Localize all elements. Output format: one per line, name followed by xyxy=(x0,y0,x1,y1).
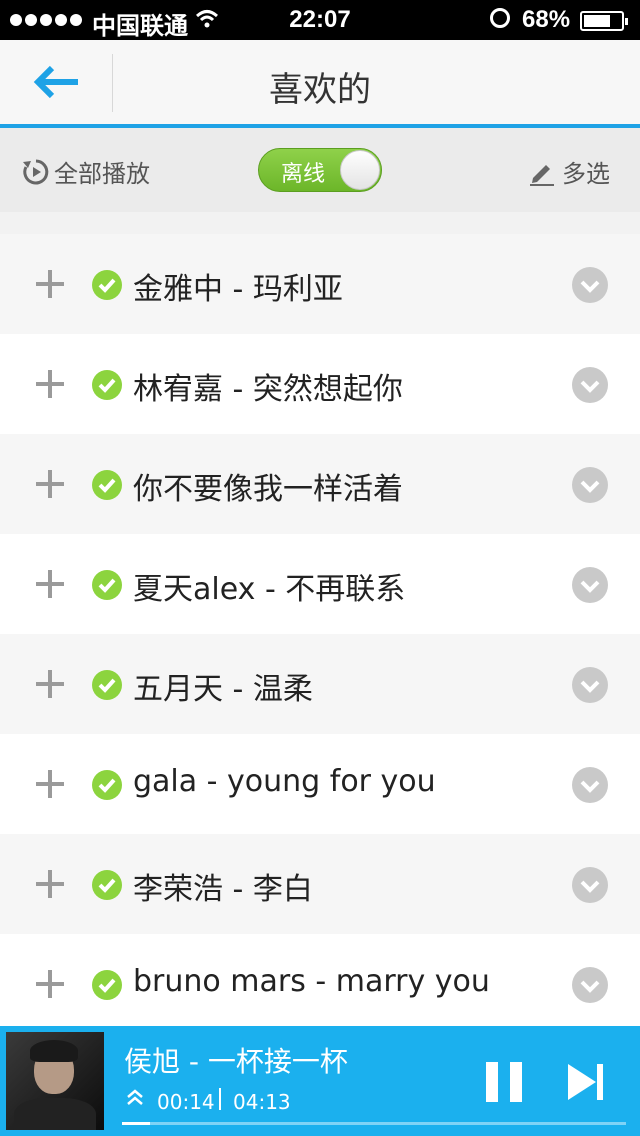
expand-up-icon[interactable] xyxy=(126,1088,144,1106)
song-row[interactable]: 你不要像我一样活着 xyxy=(0,434,640,534)
song-title: gala - young for you xyxy=(133,764,436,799)
time-separator xyxy=(219,1088,221,1110)
battery-percent: 68% xyxy=(522,6,571,33)
song-row[interactable]: 李荣浩 - 李白 xyxy=(0,834,640,934)
album-cover[interactable] xyxy=(6,1032,104,1130)
status-bar: 中国联通 22:07 68% xyxy=(0,0,640,40)
page-title: 喜欢的 xyxy=(269,70,371,110)
downloaded-check-icon xyxy=(92,570,122,600)
downloaded-check-icon xyxy=(92,970,122,1000)
multi-select-button[interactable]: 多选 xyxy=(528,154,610,189)
add-icon[interactable] xyxy=(36,470,64,498)
song-title: 夏天alex - 不再联系 xyxy=(133,572,406,607)
now-playing-bar[interactable]: 侯旭 - 一杯接一杯 00:14 04:13 xyxy=(0,1026,640,1136)
nav-header: 喜欢的 xyxy=(0,40,640,128)
pencil-icon xyxy=(530,164,554,186)
add-icon[interactable] xyxy=(36,570,64,598)
add-icon[interactable] xyxy=(36,270,64,298)
song-title: 五月天 - 温柔 xyxy=(133,672,313,707)
downloaded-check-icon xyxy=(92,370,122,400)
downloaded-check-icon xyxy=(92,670,122,700)
elapsed-time: 00:14 xyxy=(157,1090,215,1114)
total-time: 04:13 xyxy=(233,1090,291,1114)
song-row[interactable]: 五月天 - 温柔 xyxy=(0,634,640,734)
add-icon[interactable] xyxy=(36,770,64,798)
chevron-down-icon[interactable] xyxy=(572,767,608,803)
downloaded-check-icon xyxy=(92,470,122,500)
now-playing-title: 侯旭 - 一杯接一杯 xyxy=(124,1045,348,1078)
chevron-down-icon[interactable] xyxy=(572,667,608,703)
offline-toggle[interactable]: 离线 xyxy=(258,148,382,192)
battery-icon xyxy=(580,11,628,31)
multi-select-label: 多选 xyxy=(562,160,610,188)
play-all-icon xyxy=(23,159,49,184)
song-title: 李荣浩 - 李白 xyxy=(133,872,313,907)
song-title: 你不要像我一样活着 xyxy=(133,472,403,507)
chevron-down-icon[interactable] xyxy=(572,867,608,903)
play-all-button[interactable]: 全部播放 xyxy=(22,154,150,189)
list-toolbar: 全部播放 离线 多选 xyxy=(0,128,640,212)
song-row[interactable]: bruno mars - marry you xyxy=(0,934,640,1034)
downloaded-check-icon xyxy=(92,270,122,300)
song-row[interactable]: gala - young for you xyxy=(0,734,640,834)
song-title: bruno mars - marry you xyxy=(133,964,490,999)
chevron-down-icon[interactable] xyxy=(572,367,608,403)
chevron-down-icon[interactable] xyxy=(572,967,608,1003)
pause-icon[interactable] xyxy=(486,1062,522,1102)
song-list: 金雅中 - 玛利亚 林宥嘉 - 突然想起你 你不要像我一样活着 夏天alex -… xyxy=(0,234,640,1034)
song-row[interactable]: 林宥嘉 - 突然想起你 xyxy=(0,334,640,434)
downloaded-check-icon xyxy=(92,870,122,900)
playback-progress[interactable] xyxy=(122,1122,626,1125)
alarm-icon xyxy=(490,8,510,28)
song-title: 金雅中 - 玛利亚 xyxy=(133,272,343,307)
chevron-down-icon[interactable] xyxy=(572,567,608,603)
chevron-down-icon[interactable] xyxy=(572,467,608,503)
playback-progress-fill xyxy=(122,1122,150,1125)
add-icon[interactable] xyxy=(36,970,64,998)
offline-toggle-label: 离线 xyxy=(281,162,326,187)
downloaded-check-icon xyxy=(92,770,122,800)
song-title: 林宥嘉 - 突然想起你 xyxy=(133,372,403,407)
chevron-down-icon[interactable] xyxy=(572,267,608,303)
next-track-icon[interactable] xyxy=(566,1062,606,1102)
song-row[interactable]: 金雅中 - 玛利亚 xyxy=(0,234,640,334)
add-icon[interactable] xyxy=(36,370,64,398)
play-all-label: 全部播放 xyxy=(54,160,150,188)
add-icon[interactable] xyxy=(36,670,64,698)
toggle-knob xyxy=(340,150,380,190)
song-row[interactable]: 夏天alex - 不再联系 xyxy=(0,534,640,634)
add-icon[interactable] xyxy=(36,870,64,898)
